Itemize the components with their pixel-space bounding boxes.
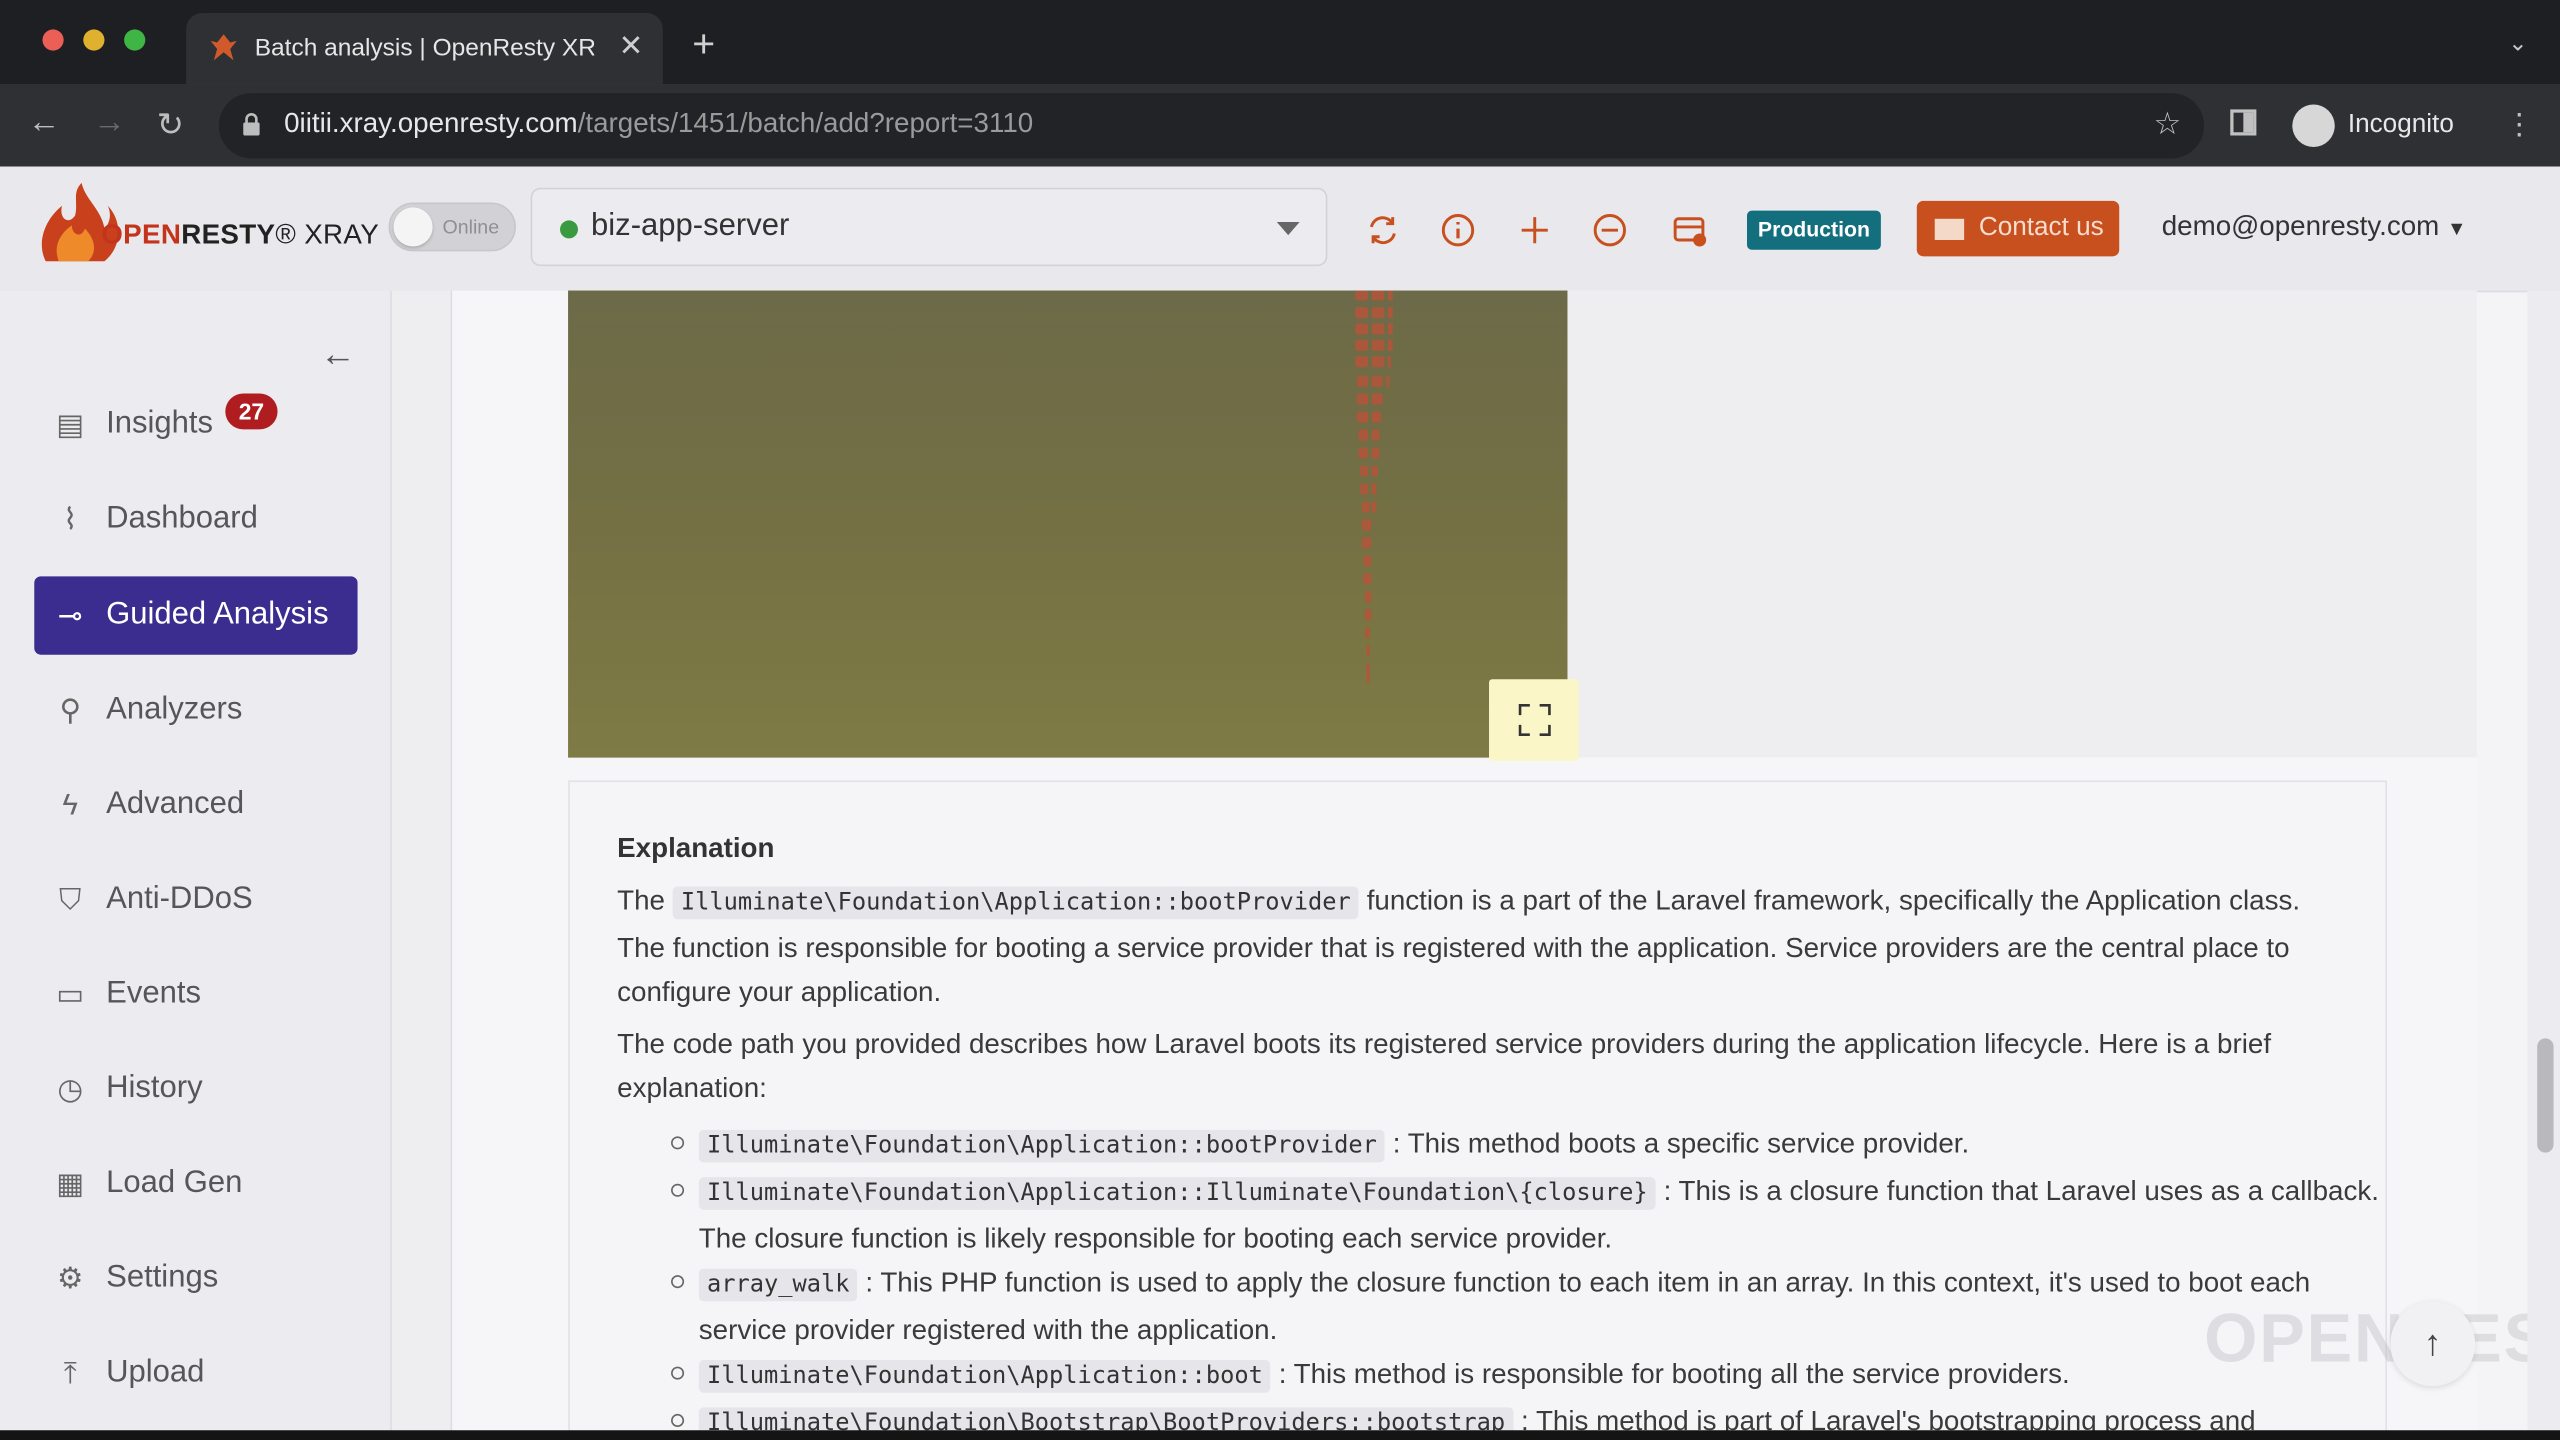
fullscreen-button[interactable] bbox=[1489, 679, 1579, 761]
window-bottom-edge bbox=[0, 1430, 2560, 1440]
app-header: OPENRESTY® XRAY Online biz-app-server Pr… bbox=[0, 166, 2560, 293]
online-status-dot bbox=[560, 220, 578, 239]
sidebar-item-load-gen[interactable]: ▦ Load Gen bbox=[34, 1145, 357, 1223]
reload-icon[interactable]: ↻ bbox=[157, 104, 184, 145]
explanation-title: Explanation bbox=[617, 832, 775, 864]
online-toggle[interactable]: Online bbox=[388, 202, 516, 252]
sidebar-item-dashboard[interactable]: ⌇ Dashboard bbox=[34, 480, 357, 558]
side-panel-icon[interactable] bbox=[2230, 109, 2257, 136]
browser-tab[interactable]: Batch analysis | OpenResty XRay ✕ bbox=[186, 13, 663, 85]
tab-search-icon[interactable]: ⌄ bbox=[2508, 29, 2527, 57]
envelope-icon bbox=[1934, 218, 1965, 241]
insights-count-badge: 27 bbox=[225, 393, 278, 430]
browser-menu-icon[interactable]: ⋮ bbox=[2505, 108, 2534, 142]
openresty-xray-logo[interactable]: OPENRESTY® XRAY bbox=[29, 176, 379, 274]
caret-down-icon: ▼ bbox=[2447, 217, 2467, 241]
back-arrow-icon[interactable]: ← bbox=[28, 104, 61, 142]
browser-toolbar: ← → ↻ 0iitii.xray.openresty.com/targets/… bbox=[0, 84, 2560, 167]
server-config-icon[interactable] bbox=[1672, 212, 1708, 248]
list-item: array_walk : This PHP function is used t… bbox=[671, 1260, 2397, 1351]
scroll-to-top-button[interactable]: ↑ bbox=[2390, 1301, 2476, 1387]
target-name: biz-app-server bbox=[591, 208, 790, 244]
toggle-knob bbox=[393, 207, 433, 247]
explanation-list: Illuminate\Foundation\Application::bootP… bbox=[660, 1122, 2397, 1440]
gear-icon: ⚙ bbox=[57, 1262, 84, 1295]
tab-title: Batch analysis | OpenResty XRay bbox=[254, 34, 595, 63]
url-text: 0iitii.xray.openresty.com/targets/1451/b… bbox=[284, 107, 1034, 139]
app-window: Batch analysis | OpenResty XRay ✕ + ⌄ ← … bbox=[0, 0, 2560, 1440]
scrollbar-thumb[interactable] bbox=[2537, 1038, 2554, 1153]
toggle-label: Online bbox=[442, 215, 500, 239]
explanation-paragraph-2: The code path you provided describes how… bbox=[617, 1028, 2272, 1104]
chevron-down-icon bbox=[1276, 222, 1300, 236]
openresty-favicon-icon bbox=[210, 34, 237, 61]
close-window-button[interactable] bbox=[42, 29, 64, 51]
guided-icon: ⊸ bbox=[57, 599, 83, 632]
sidebar-item-anti-ddos[interactable]: ⛉ Anti-DDoS bbox=[34, 860, 357, 938]
document-icon: ▤ bbox=[56, 408, 85, 441]
upload-icon: ⤒ bbox=[63, 1356, 77, 1390]
graph-background bbox=[1567, 290, 2477, 758]
info-icon[interactable] bbox=[1440, 212, 1476, 248]
arrow-up-icon: ↑ bbox=[2423, 1322, 2442, 1364]
flame-graph-bars bbox=[1355, 290, 1393, 683]
new-tab-button[interactable]: + bbox=[692, 25, 715, 65]
profile-label: Incognito bbox=[2347, 111, 2454, 139]
list-item: Illuminate\Foundation\Application::Illum… bbox=[671, 1169, 2397, 1260]
line-chart-icon: ⌇ bbox=[63, 502, 78, 536]
calendar-icon: ▭ bbox=[56, 977, 85, 1011]
inline-code: Illuminate\Foundation\Application::bootP… bbox=[672, 886, 1359, 920]
expand-icon bbox=[1518, 704, 1551, 737]
sidebar-item-analyzers[interactable]: ⚲ Analyzers bbox=[34, 671, 357, 749]
refresh-icon[interactable] bbox=[1365, 212, 1401, 248]
file-gear-icon: ▦ bbox=[56, 1167, 85, 1201]
content-gutter bbox=[391, 290, 453, 1440]
lock-icon bbox=[243, 113, 260, 136]
flame-graph[interactable] bbox=[568, 290, 1568, 758]
environment-badge: Production bbox=[1746, 210, 1881, 250]
minimize-window-button[interactable] bbox=[83, 29, 105, 51]
explanation-paragraph-1: The Illuminate\Foundation\Application::b… bbox=[617, 884, 2301, 1008]
target-selector[interactable]: biz-app-server bbox=[530, 187, 1328, 267]
maximize-window-button[interactable] bbox=[124, 29, 146, 51]
sidebar-item-insights[interactable]: ▤ Insights bbox=[34, 385, 357, 463]
bookmark-star-icon[interactable]: ☆ bbox=[2153, 106, 2181, 144]
logo-wordmark: OPENRESTY® XRAY bbox=[101, 218, 380, 250]
scrollbar-track[interactable] bbox=[2527, 290, 2560, 1440]
incognito-profile[interactable]: Incognito bbox=[2286, 96, 2498, 155]
contact-us-label: Contact us bbox=[1978, 213, 2104, 242]
sidebar-item-upload[interactable]: ⤒ Upload bbox=[34, 1334, 357, 1412]
sidebar-item-events[interactable]: ▭ Events bbox=[34, 955, 357, 1033]
address-bar[interactable]: 0iitii.xray.openresty.com/targets/1451/b… bbox=[218, 93, 2205, 159]
collapse-sidebar-arrow-icon[interactable]: ← bbox=[320, 333, 356, 375]
sidebar-item-history[interactable]: ◷ History bbox=[34, 1050, 357, 1128]
bolt-icon: ϟ bbox=[62, 788, 78, 822]
sidebar-item-guided-analysis[interactable]: ⊸ Guided Analysis bbox=[34, 576, 358, 655]
sidebar-item-settings[interactable]: ⚙ Settings bbox=[34, 1239, 357, 1317]
clock-icon: ◷ bbox=[57, 1072, 84, 1106]
openresty-watermark: OPENRESTY bbox=[2204, 1299, 2560, 1377]
forward-arrow-icon[interactable]: → bbox=[93, 104, 126, 142]
tab-close-icon[interactable]: ✕ bbox=[619, 29, 644, 63]
remove-icon[interactable] bbox=[1592, 212, 1628, 248]
browser-tab-bar: Batch analysis | OpenResty XRay ✕ + ⌄ bbox=[0, 0, 2560, 85]
incognito-icon bbox=[2292, 104, 2335, 147]
contact-us-button[interactable]: Contact us bbox=[1916, 200, 2120, 257]
list-item: Illuminate\Foundation\Application::bootP… bbox=[671, 1122, 2397, 1169]
user-menu[interactable]: demo@openresty.com ▼ bbox=[2162, 211, 2467, 244]
list-item: Illuminate\Foundation\Application::boot … bbox=[671, 1352, 2397, 1399]
shield-icon: ⛉ bbox=[59, 883, 82, 916]
sidebar-item-advanced[interactable]: ϟ Advanced bbox=[34, 766, 357, 844]
search-icon: ⚲ bbox=[59, 693, 81, 727]
add-icon[interactable] bbox=[1517, 212, 1553, 248]
